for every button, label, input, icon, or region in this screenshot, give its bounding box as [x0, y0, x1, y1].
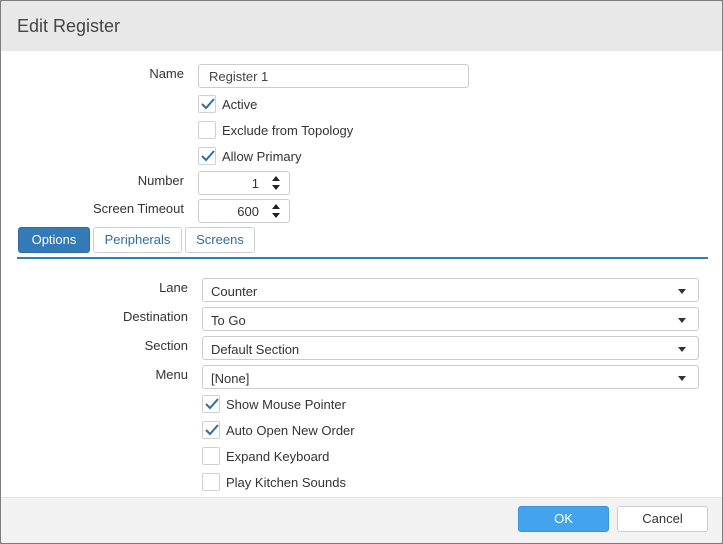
screen-timeout-label: Screen Timeout — [92, 201, 184, 216]
tab-screens[interactable]: Screens — [185, 227, 255, 253]
allow-primary-checkbox[interactable] — [198, 147, 216, 165]
dialog-footer: OK Cancel — [1, 497, 722, 543]
tab-peripherals[interactable]: Peripherals — [93, 227, 182, 253]
exclude-topology-checkbox-row[interactable]: Exclude from Topology — [198, 121, 368, 141]
lane-value: Counter — [211, 284, 258, 299]
caret-down-icon — [678, 289, 686, 294]
play-kitchen-sounds-checkbox[interactable] — [202, 473, 220, 491]
number-value: 1 — [251, 176, 259, 191]
lane-select[interactable]: Counter — [202, 278, 699, 302]
destination-label: Destination — [122, 309, 188, 324]
cancel-button[interactable]: Cancel — [617, 506, 708, 532]
name-input[interactable] — [198, 64, 469, 88]
show-mouse-pointer-label: Show Mouse Pointer — [226, 397, 346, 412]
caret-down-icon — [678, 347, 686, 352]
active-checkbox[interactable] — [198, 95, 216, 113]
show-mouse-pointer-checkbox[interactable] — [202, 395, 220, 413]
menu-select[interactable]: [None] — [202, 365, 699, 389]
play-kitchen-sounds-label: Play Kitchen Sounds — [226, 475, 346, 490]
screen-timeout-value: 600 — [237, 204, 259, 219]
auto-open-new-order-row[interactable]: Auto Open New Order — [202, 421, 357, 441]
menu-value: [None] — [211, 371, 250, 386]
show-mouse-pointer-row[interactable]: Show Mouse Pointer — [202, 395, 352, 415]
active-checkbox-row[interactable]: Active — [198, 95, 318, 115]
dialog-titlebar: Edit Register — [1, 1, 722, 51]
play-kitchen-sounds-row[interactable]: Play Kitchen Sounds — [202, 473, 347, 493]
edit-register-dialog: Edit Register Name Active Exclude from T… — [0, 0, 723, 544]
auto-open-new-order-label: Auto Open New Order — [226, 423, 355, 438]
name-label: Name — [149, 66, 184, 81]
lane-label: Lane — [159, 280, 188, 295]
destination-select[interactable]: To Go — [202, 307, 699, 331]
tab-options[interactable]: Options — [18, 227, 90, 253]
tab-underline — [17, 257, 708, 259]
active-label: Active — [222, 97, 258, 112]
checkmark-icon — [205, 424, 219, 436]
screen-timeout-stepper[interactable]: 600 — [198, 199, 290, 223]
caret-down-icon — [678, 376, 686, 381]
expand-keyboard-row[interactable]: Expand Keyboard — [202, 447, 332, 467]
spinner-arrows-icon[interactable] — [271, 203, 281, 219]
dialog-title: Edit Register — [17, 16, 121, 36]
destination-value: To Go — [211, 313, 246, 328]
expand-keyboard-checkbox[interactable] — [202, 447, 220, 465]
section-value: Default Section — [211, 342, 300, 357]
exclude-topology-label: Exclude from Topology — [222, 123, 354, 138]
number-label: Number — [137, 173, 184, 188]
menu-label: Menu — [155, 367, 188, 382]
allow-primary-checkbox-row[interactable]: Allow Primary — [198, 147, 318, 167]
allow-primary-label: Allow Primary — [222, 149, 302, 164]
auto-open-new-order-checkbox[interactable] — [202, 421, 220, 439]
number-stepper[interactable]: 1 — [198, 171, 290, 195]
caret-down-icon — [678, 318, 686, 323]
section-select[interactable]: Default Section — [202, 336, 699, 360]
ok-button[interactable]: OK — [518, 506, 609, 532]
exclude-topology-checkbox[interactable] — [198, 121, 216, 139]
checkmark-icon — [201, 150, 215, 162]
spinner-arrows-icon[interactable] — [271, 175, 281, 191]
checkmark-icon — [205, 398, 219, 410]
checkmark-icon — [201, 98, 215, 110]
expand-keyboard-label: Expand Keyboard — [226, 449, 330, 464]
section-label: Section — [144, 338, 188, 353]
